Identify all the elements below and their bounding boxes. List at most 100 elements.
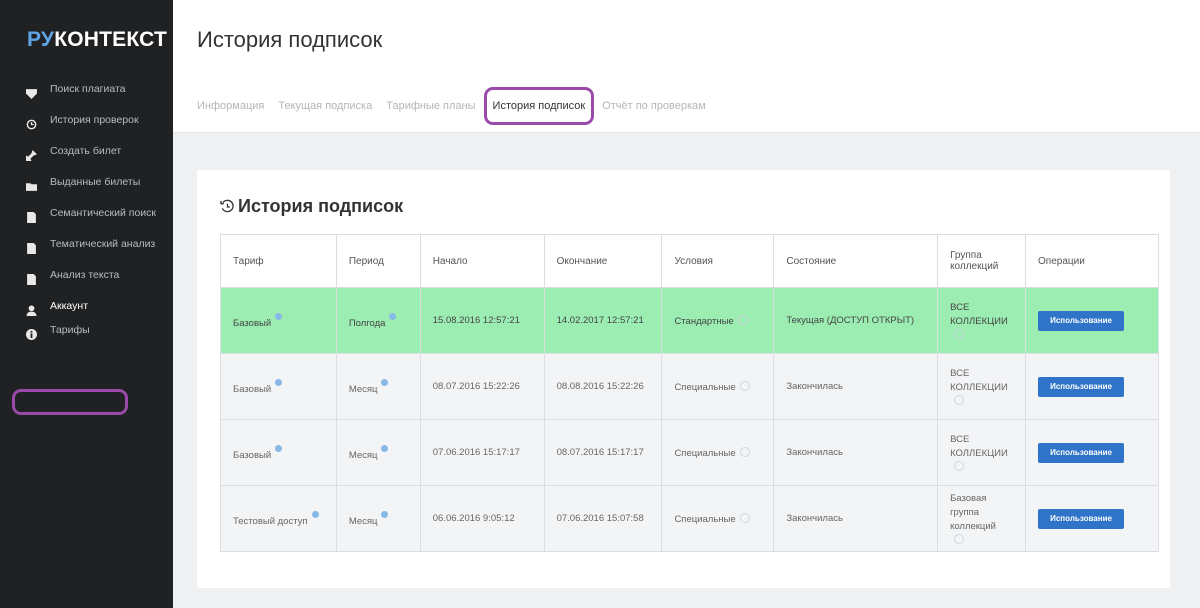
column-header-end: Окончание	[543, 234, 663, 288]
info-icon[interactable]	[381, 444, 389, 452]
tab-subscription-history[interactable]: История подписок	[483, 87, 595, 125]
info-icon[interactable]	[389, 312, 397, 320]
card-title-text: История подписок	[238, 196, 404, 216]
logo[interactable]: РУКОНТЕКСТ	[27, 28, 167, 52]
period-cell: Полгода	[335, 287, 421, 354]
info-icon[interactable]	[381, 510, 389, 518]
sidebar-item-label: Семантический поиск	[50, 207, 156, 219]
terms-cell: Специальные	[661, 485, 775, 552]
group-value: Базовая группа коллекций	[950, 492, 996, 532]
tariff-cell: Базовый	[220, 419, 337, 486]
sidebar-item-label: Создать билет	[50, 145, 122, 157]
logo-bar: РУКОНТЕКСТ	[0, 0, 173, 80]
terms-cell: Специальные	[661, 353, 775, 420]
table-row: Базовый Полгода 15.08.2016 12:57:21 14.0…	[220, 287, 1159, 354]
table-row: Базовый Месяц 08.07.2016 15:22:26 08.08.…	[220, 353, 1159, 420]
terms-cell: Стандартные	[661, 287, 775, 354]
sidebar-item-label: Аккаунт	[50, 300, 89, 312]
usage-button[interactable]: Использование	[1038, 442, 1125, 463]
operations-cell: Использование	[1025, 353, 1159, 420]
card-title: История подписок	[220, 196, 403, 217]
help-icon[interactable]	[954, 328, 965, 339]
period-value: Месяц	[348, 383, 378, 395]
info-icon[interactable]	[275, 378, 283, 386]
document-icon	[24, 272, 38, 286]
pin-icon	[24, 148, 38, 162]
sidebar-item-tariffs[interactable]: Тарифы	[0, 321, 173, 345]
subscriptions-table: Тариф Период Начало Окончание Условия Со…	[220, 234, 1159, 552]
sidebar-item-issued-tickets[interactable]: Выданные билеты	[0, 173, 173, 204]
help-icon[interactable]	[954, 460, 965, 471]
terms-value: Специальные	[674, 447, 736, 459]
operations-cell: Использование	[1025, 485, 1159, 552]
page-title: История подписок	[197, 27, 383, 52]
column-header-start: Начало	[419, 234, 545, 288]
table-row: Тестовый доступ Месяц 06.06.2016 9:05:12…	[220, 485, 1159, 552]
table-row: Базовый Месяц 07.06.2016 15:17:17 08.07.…	[220, 419, 1159, 486]
group-value: ВСЕ КОЛЛЕКЦИИ	[950, 433, 1008, 459]
folder-icon	[24, 179, 38, 193]
help-icon[interactable]	[954, 533, 965, 544]
operations-cell: Использование	[1025, 419, 1159, 486]
group-value: ВСЕ КОЛЛЕКЦИИ	[950, 367, 1008, 393]
operations-cell: Использование	[1025, 287, 1159, 354]
column-header-collection-group: Группа коллекций	[937, 234, 1027, 288]
sidebar-item-label: История проверок	[50, 114, 139, 126]
help-icon[interactable]	[954, 394, 965, 405]
group-cell: Базовая группа коллекций	[937, 485, 1027, 552]
tariff-cell: Тестовый доступ	[220, 485, 337, 552]
terms-value: Специальные	[674, 513, 736, 525]
tab-information[interactable]: Информация	[197, 100, 264, 112]
group-cell: ВСЕ КОЛЛЕКЦИИ	[937, 353, 1027, 420]
period-cell: Месяц	[335, 353, 421, 420]
sidebar-item-thematic-analysis[interactable]: Тематический анализ	[0, 235, 173, 266]
sidebar-item-label: Тематический анализ	[50, 238, 156, 250]
info-icon[interactable]	[381, 378, 389, 386]
period-value: Месяц	[348, 515, 378, 527]
help-icon[interactable]	[739, 512, 750, 523]
end-cell: 07.06.2016 15:07:58	[543, 485, 663, 552]
terms-cell: Специальные	[661, 419, 775, 486]
tariff-value: Базовый	[233, 317, 272, 329]
sidebar-item-create-ticket[interactable]: Создать билет	[0, 142, 173, 173]
usage-button[interactable]: Использование	[1038, 508, 1125, 529]
sidebar-item-check-history[interactable]: История проверок	[0, 111, 173, 142]
sidebar-item-semantic-search[interactable]: Семантический поиск	[0, 204, 173, 235]
terms-value: Стандартные	[674, 315, 734, 327]
period-value: Полгода	[348, 317, 386, 329]
period-cell: Месяц	[335, 419, 421, 486]
tabs-bar: Информация Текущая подписка Тарифные пла…	[173, 80, 1200, 133]
group-value: ВСЕ КОЛЛЕКЦИИ	[950, 301, 1008, 327]
info-icon[interactable]	[275, 444, 283, 452]
help-icon[interactable]	[737, 314, 748, 325]
document-icon	[24, 241, 38, 255]
history-icon	[24, 117, 38, 131]
state-cell: Закончилась	[773, 353, 939, 420]
sidebar-item-label: Тарифы	[50, 324, 90, 336]
sidebar-item-text-analysis[interactable]: Анализ текста	[0, 266, 173, 297]
info-icon[interactable]	[311, 510, 319, 518]
tab-tariff-plans[interactable]: Тарифные планы	[386, 100, 475, 112]
end-cell: 14.02.2017 12:57:21	[543, 287, 663, 354]
help-icon[interactable]	[739, 380, 750, 391]
usage-button[interactable]: Использование	[1038, 376, 1125, 397]
column-header-operations: Операции	[1025, 234, 1159, 288]
help-icon[interactable]	[739, 446, 750, 457]
info-icon[interactable]	[275, 312, 283, 320]
tariff-value: Базовый	[233, 449, 272, 461]
usage-button[interactable]: Использование	[1038, 310, 1125, 331]
group-cell: ВСЕ КОЛЛЕКЦИИ	[937, 419, 1027, 486]
sidebar-item-account[interactable]: Аккаунт	[0, 297, 173, 321]
end-cell: 08.07.2016 15:17:17	[543, 419, 663, 486]
tariff-value: Базовый	[233, 383, 272, 395]
sidebar-item-plagiarism-search[interactable]: Поиск плагиата	[0, 80, 173, 111]
sidebar-item-label: Выданные билеты	[50, 176, 141, 188]
start-cell: 06.06.2016 9:05:12	[419, 485, 545, 552]
tariff-cell: Базовый	[220, 353, 337, 420]
tab-checks-report[interactable]: Отчёт по проверкам	[602, 100, 706, 112]
user-icon	[24, 303, 38, 317]
column-header-tariff: Тариф	[220, 234, 337, 288]
tab-current-subscription[interactable]: Текущая подписка	[278, 100, 372, 112]
sidebar-item-label: Поиск плагиата	[50, 83, 126, 95]
terms-value: Специальные	[674, 381, 736, 393]
